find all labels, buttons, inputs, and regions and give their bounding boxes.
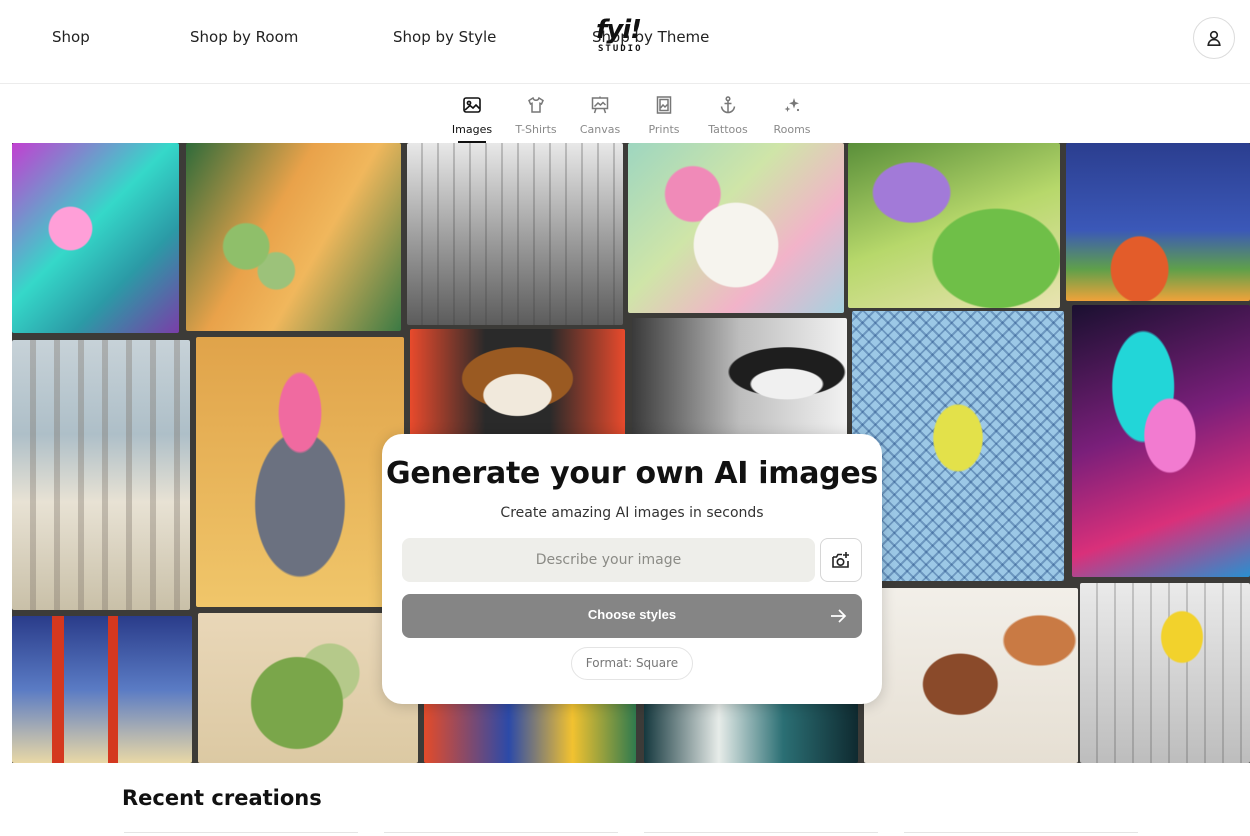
collage-image-sketch-building [407, 143, 623, 325]
tab-tattoos-label: Tattoos [708, 123, 748, 136]
collage-image-dog-portrait [410, 329, 625, 439]
tab-tattoos[interactable]: Tattoos [698, 92, 758, 143]
tab-canvas-label: Canvas [579, 123, 621, 136]
tab-images[interactable]: Images [442, 92, 502, 143]
collage-image-anime-girl [1072, 305, 1250, 577]
collage-image-sketch-woman [864, 588, 1078, 763]
fyi-studio-logo[interactable]: fyi! STUDIO [592, 16, 652, 56]
collage-image-dancers [1066, 143, 1250, 301]
collage-image-golden-gate [12, 616, 192, 763]
collage-image-teal-flowers [644, 703, 858, 763]
collage-image-glass-orb [628, 143, 844, 313]
collage-image-umbrella-sketch [1080, 583, 1250, 763]
logo-subtext: STUDIO [598, 44, 643, 54]
tab-canvas[interactable]: Canvas [570, 92, 630, 143]
collage-image-flower-cat [196, 337, 404, 607]
recent-creation-card[interactable] [124, 832, 358, 836]
tshirt-icon [525, 94, 547, 116]
recent-creation-card[interactable] [384, 832, 618, 836]
print-frame-icon [653, 94, 675, 116]
user-icon [1207, 30, 1221, 46]
account-button[interactable] [1193, 17, 1235, 59]
choose-styles-button[interactable]: Choose styles [402, 594, 862, 638]
collage-image-beach-fence [12, 340, 190, 610]
format-selector[interactable]: Format: Square [571, 647, 693, 680]
collage-image-fig-painting [186, 143, 401, 331]
collage-image-blue-fish [852, 311, 1064, 581]
tab-rooms-label: Rooms [773, 123, 811, 136]
recent-creation-card[interactable] [644, 832, 878, 836]
sparkle-icon [781, 94, 803, 116]
nav-shop-by-room-link[interactable]: Shop by Room [190, 28, 298, 46]
collage-image-garden-hills [848, 143, 1060, 308]
collage-image-bw-woman [632, 318, 847, 438]
tab-images-label: Images [451, 123, 493, 136]
choose-styles-label: Choose styles [587, 607, 677, 622]
top-navigation: Shop Shop by Room Shop by Style Shop by … [0, 0, 1250, 84]
upload-image-button[interactable] [820, 538, 862, 582]
tab-t-shirts-label: T-Shirts [515, 123, 557, 136]
anchor-icon [717, 94, 739, 116]
logo-wordmark: fyi! [596, 15, 642, 45]
nav-shop-link[interactable]: Shop [52, 28, 90, 46]
recent-creation-card[interactable] [904, 832, 1138, 836]
product-category-tabs: Images T-Shirts Canvas Prints Tattoos Ro… [0, 92, 1250, 143]
tab-rooms[interactable]: Rooms [762, 92, 822, 143]
tab-t-shirts[interactable]: T-Shirts [506, 92, 566, 143]
recent-creations-heading: Recent creations [122, 786, 322, 810]
generator-title: Generate your own AI images [386, 456, 878, 491]
arrow-right-icon [831, 609, 847, 623]
image-prompt-input[interactable] [402, 538, 815, 582]
tab-prints[interactable]: Prints [634, 92, 694, 143]
camera-add-icon [832, 552, 849, 568]
tab-prints-label: Prints [648, 123, 680, 136]
generator-subtitle: Create amazing AI images in seconds [500, 505, 764, 521]
image-icon [461, 94, 483, 116]
nav-shop-by-style-link[interactable]: Shop by Style [393, 28, 496, 46]
collage-image-teal-face [12, 143, 179, 333]
easel-icon [589, 94, 611, 116]
image-generator-card: Generate your own AI images Create amazi… [382, 434, 882, 704]
collage-image-colorful-bottom [424, 698, 636, 763]
